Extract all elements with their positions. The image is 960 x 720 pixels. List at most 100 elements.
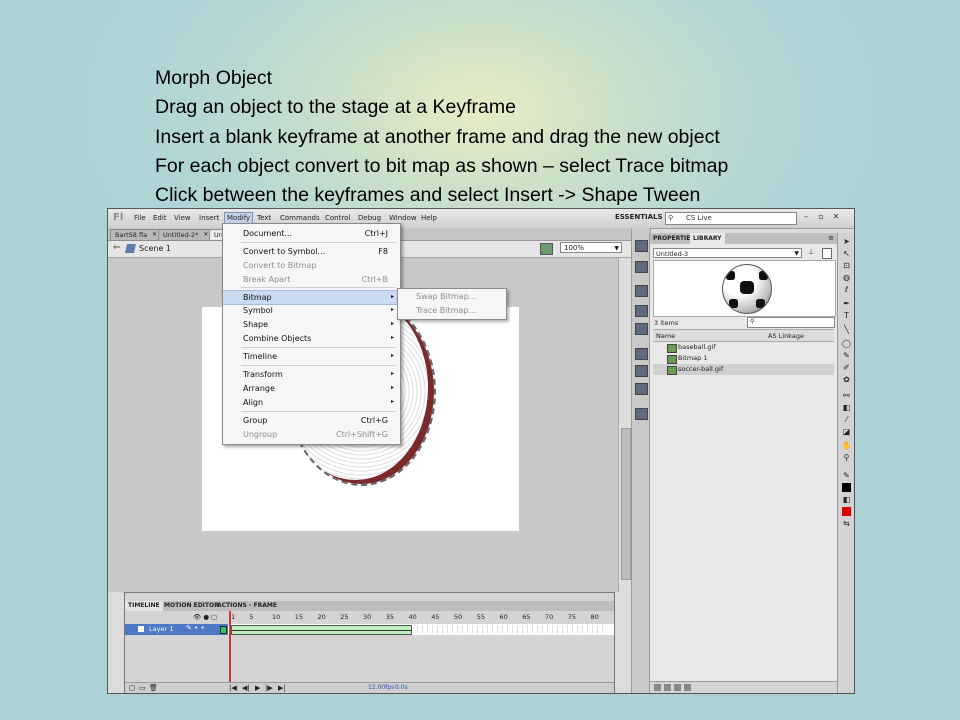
bone-tool-icon[interactable]: ⚯: [841, 391, 852, 401]
empty-frames[interactable]: [413, 625, 603, 633]
menu-view[interactable]: View: [174, 214, 191, 222]
stroke-swatch[interactable]: [842, 483, 851, 492]
trace-bitmap-item[interactable]: Trace Bitmap...: [416, 306, 476, 315]
menu-item-group[interactable]: Group Ctrl+G: [223, 414, 400, 427]
maximize-icon[interactable]: ▫: [815, 212, 827, 222]
swatches-icon[interactable]: [635, 261, 648, 273]
menu-item-document[interactable]: Document... Ctrl+J: [223, 227, 400, 240]
properties-icon[interactable]: [674, 684, 681, 691]
eyedropper-tool-icon[interactable]: ⁄: [841, 415, 852, 425]
menu-window[interactable]: Window: [389, 214, 417, 222]
eraser-tool-icon[interactable]: ◪: [841, 427, 852, 437]
library-item[interactable]: baseball.gif: [653, 342, 834, 353]
layer-visibility-icons[interactable]: 👁 ● ▢: [193, 613, 217, 621]
menu-item-arrange[interactable]: Arrange ▸: [223, 382, 400, 395]
new-library-icon[interactable]: [822, 248, 832, 259]
menu-control[interactable]: Control: [325, 214, 350, 222]
pin-icon[interactable]: ⊥: [808, 248, 814, 256]
new-symbol-icon[interactable]: [654, 684, 661, 691]
menu-item-bitmap[interactable]: Bitmap ▸: [223, 290, 400, 305]
menu-commands[interactable]: Commands: [280, 214, 320, 222]
menu-item-ungroup[interactable]: Ungroup Ctrl+Shift+G: [223, 428, 400, 441]
deco-tool-icon[interactable]: ✿: [841, 375, 852, 385]
paint-bucket-tool-icon[interactable]: ◧: [841, 403, 852, 413]
tab-timeline[interactable]: TIMELINE: [125, 601, 163, 611]
library-document-select[interactable]: Untitled-3 ▼: [653, 248, 802, 258]
doc-tab[interactable]: BartS8.fla ✕: [110, 229, 161, 241]
free-transform-tool-icon[interactable]: ⊡: [841, 261, 852, 271]
tab-motion-editor[interactable]: MOTION EDITOR: [161, 601, 222, 611]
zoom-tool-icon[interactable]: ⚲: [841, 453, 852, 463]
menu-text[interactable]: Text: [257, 214, 271, 222]
history-icon[interactable]: [635, 408, 648, 420]
stroke-color-icon[interactable]: ✎: [841, 471, 852, 481]
tab-library[interactable]: LIBRARY: [690, 233, 725, 244]
menu-file[interactable]: File: [134, 214, 146, 222]
color-panel-icon[interactable]: [635, 240, 648, 252]
zoom-select[interactable]: 100% ▼: [560, 242, 622, 253]
frame-ruler[interactable]: 1 5 10 15 20 25 30 35 40 45 50 55 60 65 70 75 80: [231, 613, 605, 623]
menu-item-align[interactable]: Align ▸: [223, 396, 400, 409]
workspace-switcher[interactable]: ESSENTIALS ▾: [615, 213, 668, 221]
menu-edit[interactable]: Edit: [153, 214, 167, 222]
oval-tool-icon[interactable]: ◯: [841, 339, 852, 349]
shape-tween-span[interactable]: [231, 625, 412, 635]
layer-row[interactable]: Layer 1 ✎ • •: [125, 624, 614, 635]
subselection-tool-icon[interactable]: ↖: [841, 249, 852, 259]
new-folder-icon[interactable]: [664, 684, 671, 691]
menu-insert[interactable]: Insert: [199, 214, 219, 222]
scrollbar-thumb[interactable]: [621, 428, 631, 580]
menu-item-combine-objects[interactable]: Combine Objects ▸: [223, 332, 400, 345]
fast-forward-icon[interactable]: ▶|: [278, 684, 286, 692]
menu-help[interactable]: Help: [421, 214, 437, 222]
align-panel-icon[interactable]: [635, 285, 648, 297]
hand-tool-icon[interactable]: ✋: [841, 441, 852, 451]
library-item[interactable]: Bitmap 1: [653, 353, 834, 364]
lasso-tool-icon[interactable]: ℓ: [841, 285, 852, 295]
step-forward-icon[interactable]: |▶: [265, 684, 273, 692]
selection-tool-icon[interactable]: ➤: [841, 237, 852, 247]
frame-rate[interactable]: 12.00fps: [368, 684, 394, 691]
back-arrow-icon[interactable]: ⇐: [113, 243, 121, 253]
menu-item-convert-to-bitmap[interactable]: Convert to Bitmap: [223, 259, 400, 272]
tab-actions-frame[interactable]: ACTIONS - FRAME: [214, 601, 280, 611]
step-back-icon[interactable]: ◀|: [242, 684, 250, 692]
vertical-scrollbar[interactable]: [618, 258, 632, 592]
delete-icon[interactable]: [684, 684, 691, 691]
panel-menu-icon[interactable]: ≡: [828, 234, 834, 242]
menu-item-break-apart[interactable]: Break Apart Ctrl+B: [223, 273, 400, 286]
menu-item-convert-to-symbol[interactable]: Convert to Symbol... F8: [223, 245, 400, 258]
fill-swatch[interactable]: [842, 507, 851, 516]
new-folder-icon[interactable]: ▭: [139, 684, 146, 692]
new-layer-icon[interactable]: ▢: [129, 684, 136, 692]
brush-tool-icon[interactable]: ✐: [841, 363, 852, 373]
line-tool-icon[interactable]: ╲: [841, 325, 852, 335]
motion-presets-icon[interactable]: [635, 365, 648, 377]
swap-colors-icon[interactable]: ⇆: [841, 519, 852, 529]
text-tool-icon[interactable]: T: [841, 311, 852, 321]
menu-item-timeline[interactable]: Timeline ▸: [223, 350, 400, 363]
pencil-tool-icon[interactable]: ✎: [841, 351, 852, 361]
column-linkage[interactable]: AS Linkage: [768, 332, 804, 340]
column-name[interactable]: Name: [656, 332, 675, 340]
close-icon[interactable]: ✕: [152, 230, 157, 240]
info-panel-icon[interactable]: [635, 305, 648, 317]
rewind-icon[interactable]: |◀: [229, 684, 237, 692]
menu-item-transform[interactable]: Transform ▸: [223, 368, 400, 381]
play-icon[interactable]: ▶: [255, 684, 260, 692]
playhead[interactable]: [229, 611, 231, 686]
menu-item-symbol[interactable]: Symbol ▸: [223, 304, 400, 317]
layer-name-cell[interactable]: Layer 1 ✎ • •: [125, 624, 228, 635]
transform-panel-icon[interactable]: [635, 323, 648, 335]
code-snippets-icon[interactable]: [635, 383, 648, 395]
library-search-input[interactable]: ⚲: [747, 317, 835, 328]
close-icon[interactable]: ✕: [830, 212, 842, 222]
delete-layer-icon[interactable]: 🗑: [149, 684, 158, 692]
fill-color-icon[interactable]: ◧: [841, 495, 852, 505]
menu-debug[interactable]: Debug: [358, 214, 381, 222]
pen-tool-icon[interactable]: ✒: [841, 299, 852, 309]
outline-color-icon[interactable]: [220, 626, 227, 634]
doc-tab[interactable]: Untitled-2* ✕: [158, 229, 212, 241]
edit-scene-icon[interactable]: [540, 243, 553, 255]
menu-item-shape[interactable]: Shape ▸: [223, 318, 400, 331]
